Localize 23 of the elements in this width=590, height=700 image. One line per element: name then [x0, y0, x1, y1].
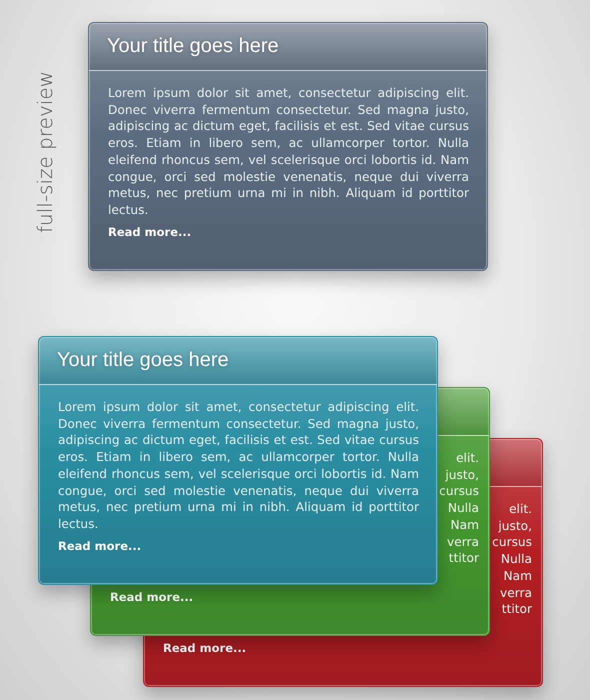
card-text-fragment: verra	[500, 584, 532, 602]
card-text-fragment: Nam	[450, 516, 479, 534]
card-text: Lorem ipsum dolor sit amet, consectetur adipiscing elit. Donec viverra fermentum consectetur. Sed magna justo, adipiscing ac dictum eget, facilisis et est. Sed vitae cursus eros. Etiam in libero sem, ac ullamcorper tortor. Nulla eleifend rhoncus sem, vel scelerisque orci lobortis id. Nam congue, orci sed molestie venenatis, neque dui viverra metus, nec pretium urna mi in nibh. Aliquam id porttitor lectus.	[58, 399, 419, 533]
card-text: Lorem ipsum dolor sit amet, consectetur adipiscing elit. Donec viverra fermentum consectetur. Sed magna justo, adipiscing ac dictum eget, facilisis et est. Sed vitae cursus eros. Etiam in libero sem, ac ullamcorper tortor. Nulla eleifend rhoncus sem, vel scelerisque orci lobortis id. Nam congue, orci sed molestie venenatis, neque dui viverra metus, nec pretium urna mi in nibh. Aliquam id porttitor lectus.	[108, 85, 469, 219]
side-label: full-size preview	[33, 70, 57, 236]
read-more-link[interactable]: Read more...	[163, 640, 246, 655]
card-text-fragment: justo,	[445, 466, 479, 484]
card-text-fragment: justo,	[498, 518, 532, 534]
card-text-fragment: verra	[447, 534, 479, 550]
card-title: Your title goes here	[57, 349, 229, 372]
card-text-fragment: Nam	[504, 568, 532, 585]
read-more-link[interactable]: Read more...	[108, 224, 192, 239]
card-text-fragment: Nulla	[500, 551, 532, 568]
read-more-link[interactable]: Read more...	[110, 590, 194, 604]
card-text-fragment: ttitor	[448, 550, 479, 567]
card-text-fragment: ttitor	[502, 601, 532, 618]
card-title: Your title goes here	[107, 35, 279, 58]
card-text-fragment: cursus	[492, 534, 532, 552]
card-text-fragment: elit.	[456, 450, 479, 467]
card-text-fragment: Nulla	[448, 500, 479, 517]
read-more-link[interactable]: Read more...	[58, 538, 142, 553]
card-text-fragment: cursus	[439, 483, 479, 500]
card-text-fragment: elit.	[509, 501, 532, 518]
